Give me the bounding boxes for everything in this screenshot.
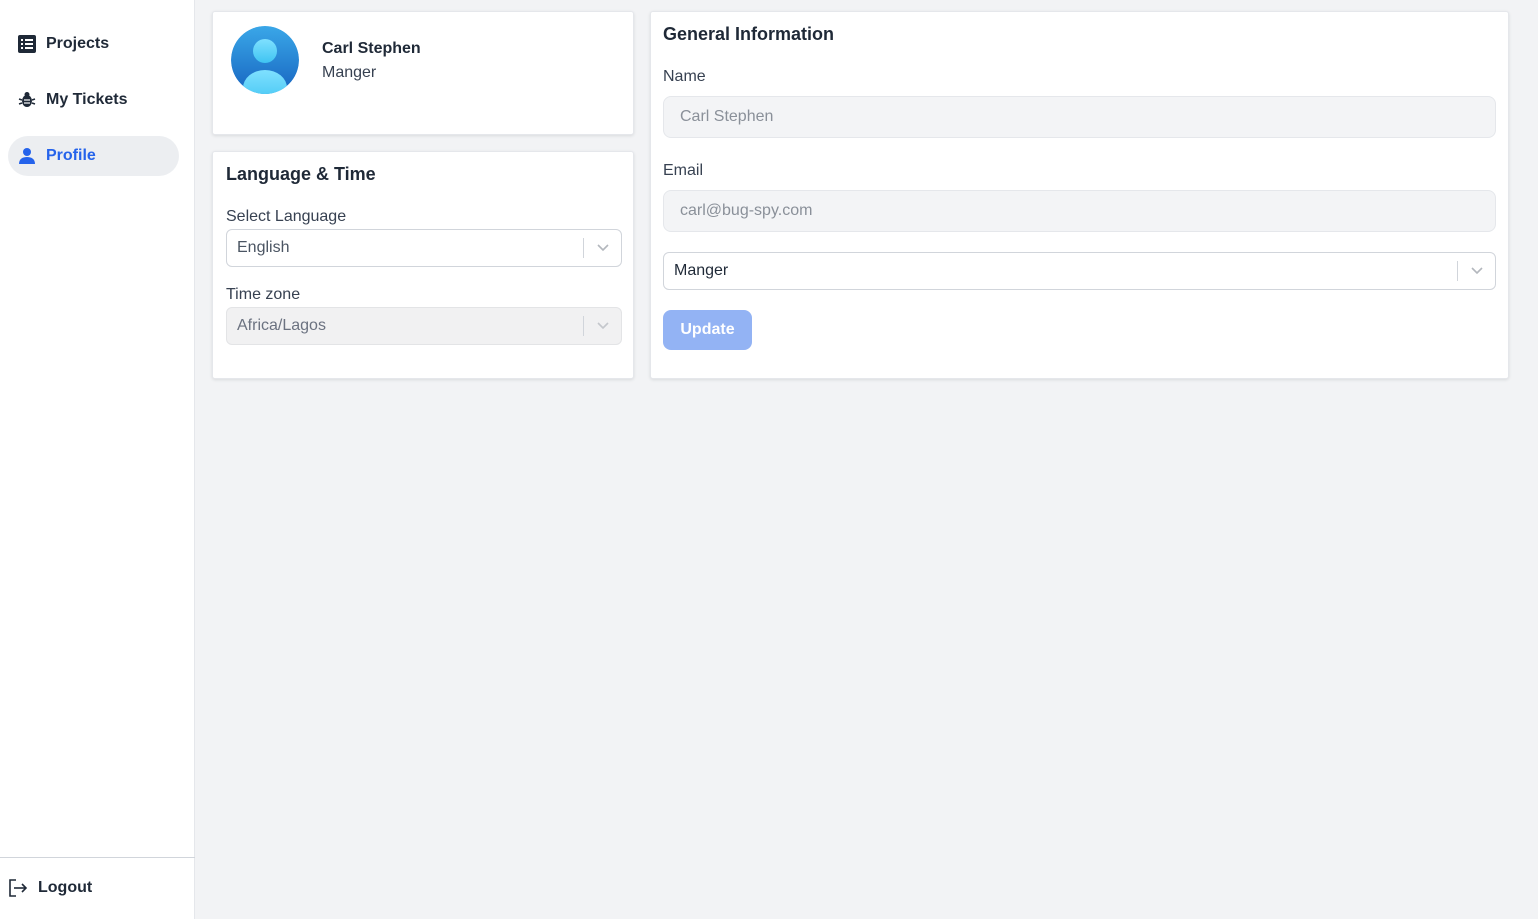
- profile-card: Carl Stephen Manger: [212, 11, 634, 135]
- timezone-label: Time zone: [226, 286, 301, 303]
- user-icon: [18, 147, 36, 165]
- role-select[interactable]: Manger: [663, 252, 1496, 290]
- avatar: [231, 26, 299, 94]
- sidebar-item-label: Projects: [46, 35, 110, 52]
- logout-label: Logout: [38, 879, 93, 896]
- sidebar-item-label: Profile: [46, 147, 96, 164]
- timezone-select[interactable]: Africa/Lagos: [226, 307, 622, 345]
- select-separator: [1457, 261, 1458, 281]
- role-select-value: Manger: [674, 262, 729, 279]
- select-separator: [583, 316, 584, 336]
- profile-name: Carl Stephen: [322, 40, 421, 57]
- sidebar-item-projects[interactable]: Projects: [8, 24, 179, 64]
- language-select-value: English: [237, 239, 290, 256]
- update-button[interactable]: Update: [663, 310, 752, 350]
- logout-button[interactable]: Logout: [8, 872, 92, 904]
- language-time-card: Language & Time Select Language English …: [212, 151, 634, 379]
- language-label: Select Language: [226, 208, 347, 225]
- email-label: Email: [663, 162, 704, 179]
- select-separator: [583, 238, 584, 258]
- bug-icon: [18, 91, 36, 109]
- sidebar-item-my-tickets[interactable]: My Tickets: [8, 80, 179, 120]
- name-label: Name: [663, 68, 706, 85]
- timezone-select-value: Africa/Lagos: [237, 317, 326, 334]
- email-field-value: carl@bug-spy.com: [680, 202, 813, 219]
- list-icon: [18, 35, 36, 53]
- general-information-title: General Information: [663, 24, 835, 44]
- chevron-down-icon: [597, 322, 609, 330]
- language-select[interactable]: English: [226, 229, 622, 267]
- sidebar-footer: Logout: [0, 857, 195, 919]
- chevron-down-icon: [1471, 267, 1483, 275]
- sidebar: Projects My Tickets Profile Logout: [0, 0, 195, 919]
- sidebar-item-label: My Tickets: [46, 91, 128, 108]
- profile-role: Manger: [322, 64, 377, 81]
- name-field-value: Carl Stephen: [680, 108, 774, 125]
- language-time-title: Language & Time: [226, 164, 376, 184]
- name-field[interactable]: Carl Stephen: [663, 96, 1496, 138]
- sidebar-item-profile[interactable]: Profile: [8, 136, 179, 176]
- general-information-card: General Information Name Carl Stephen Em…: [650, 11, 1509, 379]
- logout-icon: [8, 878, 28, 898]
- email-field[interactable]: carl@bug-spy.com: [663, 190, 1496, 232]
- chevron-down-icon: [597, 244, 609, 252]
